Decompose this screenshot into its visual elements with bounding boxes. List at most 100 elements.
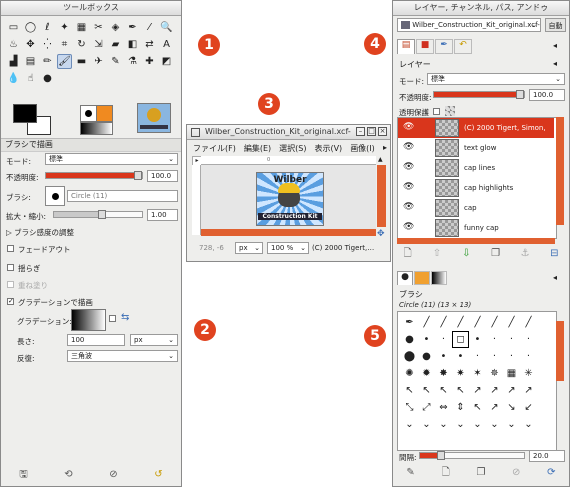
brush-preset[interactable]: • xyxy=(418,331,435,348)
spacing-slider[interactable] xyxy=(419,451,525,460)
perspective-clone-icon[interactable]: ◩ xyxy=(159,54,174,69)
length-unit-select[interactable]: px ⌄ xyxy=(130,334,178,346)
image-window-titlebar[interactable]: Wilber_Construction_Kit_original.xcf- – … xyxy=(187,125,390,140)
eye-icon[interactable]: 👁 xyxy=(403,183,414,192)
active-gradient-preview[interactable] xyxy=(80,122,113,135)
refresh-brushes-icon[interactable]: ⟳ xyxy=(545,467,557,479)
rotate-icon[interactable]: ↻ xyxy=(74,37,89,52)
layer-opacity-knob[interactable] xyxy=(516,90,524,99)
delete-layer-icon[interactable]: ⊟ xyxy=(548,248,560,260)
active-image-thumbnail[interactable] xyxy=(137,103,171,133)
shear-icon[interactable]: ▰ xyxy=(108,37,123,52)
layers-vertical-scrollbar[interactable] xyxy=(556,117,564,225)
fg-bg-colors[interactable] xyxy=(13,104,51,135)
opacity-spin[interactable]: 100.0 xyxy=(147,170,178,182)
active-pattern-preview[interactable] xyxy=(96,105,113,122)
brush-preset[interactable]: ✵ xyxy=(486,365,503,382)
scale-slider-knob[interactable] xyxy=(98,210,107,219)
image-content[interactable]: Wilber Construction Kit xyxy=(256,172,324,226)
brush-preset[interactable]: ↗ xyxy=(469,382,486,399)
edit-brush-icon[interactable]: ✎ xyxy=(405,467,417,479)
brush-preset[interactable]: ↘ xyxy=(503,399,520,416)
fuzzy-select-icon[interactable]: ✦ xyxy=(57,20,72,35)
brush-preset[interactable]: · xyxy=(486,331,503,348)
brush-preset[interactable]: ⌄ xyxy=(452,416,469,433)
mode-select[interactable]: 標準 ⌄ xyxy=(45,153,178,165)
brush-preset[interactable]: ⌄ xyxy=(520,416,537,433)
pencil-icon[interactable]: ✏ xyxy=(40,54,55,69)
crop-icon[interactable]: ⌗ xyxy=(57,37,72,52)
close-button[interactable]: × xyxy=(378,127,387,136)
brush-preset[interactable]: ↖ xyxy=(418,382,435,399)
layers-dock-titlebar[interactable]: レイヤー, チャンネル, パス, アンドゥ xyxy=(393,1,569,16)
brush-preset[interactable]: ╱ xyxy=(435,314,452,331)
dodge-burn-icon[interactable]: ● xyxy=(40,71,55,86)
brush-preset[interactable]: ╱ xyxy=(469,314,486,331)
layer-row[interactable]: 👁 funny cap xyxy=(398,218,554,238)
clone-icon[interactable]: ⚗ xyxy=(125,54,140,69)
length-spin[interactable]: 100 xyxy=(67,334,125,346)
delete-options-icon[interactable]: ⊘ xyxy=(108,469,120,481)
brush-preset[interactable]: ✶ xyxy=(469,365,486,382)
gradient-checkbox[interactable]: ✓ xyxy=(7,298,14,305)
layer-mode-select[interactable]: 標準 ⌄ xyxy=(427,73,565,85)
eraser-icon[interactable]: ▬ xyxy=(74,54,89,69)
brush-preset[interactable]: ⬤ xyxy=(401,348,418,365)
brush-preset[interactable]: ⌄ xyxy=(469,416,486,433)
color-select-icon[interactable]: ▦ xyxy=(74,20,89,35)
text-icon[interactable]: A xyxy=(159,37,174,52)
toolbox-titlebar[interactable]: ツールボックス xyxy=(1,1,181,16)
brush-preset[interactable]: ↖ xyxy=(401,382,418,399)
brush-select-button[interactable] xyxy=(45,186,65,206)
layer-row[interactable]: 👁 (C) 2000 Tigert, Simon, Raphael xyxy=(398,118,554,152)
foreground-select-icon[interactable]: ◈ xyxy=(108,20,123,35)
image-vertical-scrollbar[interactable] xyxy=(377,165,386,227)
layer-row[interactable]: 👁 cap lines xyxy=(398,158,554,178)
unit-select[interactable]: px ⌄ xyxy=(235,242,263,254)
brush-preset[interactable]: ⌄ xyxy=(503,416,520,433)
brush-name-field[interactable]: Circle (11) xyxy=(67,190,178,202)
brush-preset[interactable]: ↖ xyxy=(435,382,452,399)
brush-preset[interactable]: ✺ xyxy=(401,365,418,382)
tab-channels[interactable]: ■ xyxy=(416,39,434,54)
eye-icon[interactable]: 👁 xyxy=(403,143,414,152)
layers-horizontal-scrollbar[interactable] xyxy=(397,238,555,244)
brush-preset[interactable]: • xyxy=(452,348,469,365)
raise-layer-icon[interactable]: ⇧ xyxy=(431,248,443,260)
brush-preset[interactable]: · xyxy=(520,331,537,348)
heal-icon[interactable]: ✚ xyxy=(142,54,157,69)
menu-item[interactable]: ファイル(F) xyxy=(193,143,236,154)
layer-opacity-spin[interactable]: 100.0 xyxy=(529,89,565,101)
menu-item[interactable]: 選択(S) xyxy=(279,143,306,154)
brush-preset[interactable]: ▦ xyxy=(503,365,520,382)
brush-preset[interactable]: · xyxy=(486,348,503,365)
tab-brushes[interactable]: ● xyxy=(397,271,413,285)
fadeout-checkbox[interactable] xyxy=(7,245,14,252)
perspective-icon[interactable]: ◧ xyxy=(125,37,140,52)
brush-preset[interactable]: ⇔ xyxy=(435,399,452,416)
lower-layer-icon[interactable]: ⇩ xyxy=(460,248,472,260)
brush-preset[interactable]: · xyxy=(520,348,537,365)
bucket-fill-icon[interactable]: ▟ xyxy=(6,54,21,69)
duplicate-brush-icon[interactable]: ❐ xyxy=(475,467,487,479)
brush-preset[interactable]: ● xyxy=(418,348,435,365)
lock-alpha-checkbox[interactable] xyxy=(433,108,440,115)
brush-preset[interactable]: · xyxy=(435,331,452,348)
brush-preset[interactable]: ⌄ xyxy=(418,416,435,433)
dock-menu-arrow-icon[interactable]: ◂ xyxy=(553,41,557,50)
menu-item[interactable]: 編集(E) xyxy=(244,143,271,154)
brush-preset[interactable]: ↗ xyxy=(503,382,520,399)
tab-gradients[interactable] xyxy=(431,271,447,285)
menu-arrow-icon[interactable]: ▸ xyxy=(383,143,387,152)
jitter-checkbox[interactable] xyxy=(7,264,14,271)
scale-icon[interactable]: ⇲ xyxy=(91,37,106,52)
paintbrush-icon[interactable]: 🖌 xyxy=(57,54,72,69)
brush-preset[interactable]: ✹ xyxy=(418,365,435,382)
tab-patterns[interactable] xyxy=(414,271,430,285)
foreground-color-swatch[interactable] xyxy=(13,104,37,123)
maximize-button[interactable]: □ xyxy=(367,127,376,136)
menu-item[interactable]: 表示(V) xyxy=(314,143,342,154)
scale-spin[interactable]: 1.00 xyxy=(147,209,178,221)
brush-preset[interactable]: ⌄ xyxy=(486,416,503,433)
navigate-icon[interactable]: ✥ xyxy=(377,229,385,239)
